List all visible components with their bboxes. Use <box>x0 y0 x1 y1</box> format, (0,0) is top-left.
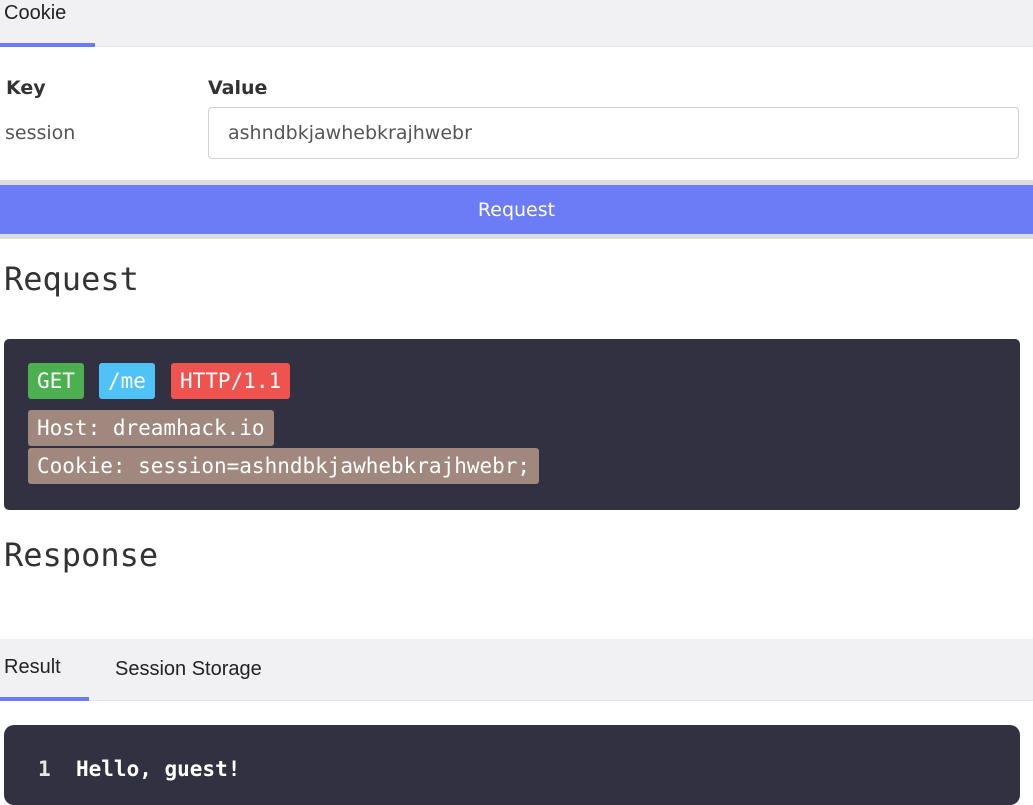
line-text: Hello, guest! <box>76 757 241 781</box>
tab-result-label: Result <box>4 656 61 678</box>
result-tab-bar: Result Session Storage <box>0 639 1033 701</box>
cookie-key-cell: session <box>5 122 76 144</box>
http-version-chip: HTTP/1.1 <box>171 363 291 399</box>
tab-session-storage-label: Session Storage <box>115 658 262 680</box>
cookie-tab-bar: Cookie <box>0 0 1033 47</box>
tab-cookie-label: Cookie <box>4 2 67 24</box>
request-code-block: GET /me HTTP/1.1 Host: dreamhack.io Cook… <box>4 339 1020 510</box>
request-path-chip: /me <box>99 363 155 399</box>
result-line: 1 Hello, guest! <box>38 757 240 781</box>
request-button[interactable]: Request <box>0 180 1033 239</box>
tab-result[interactable]: Result <box>0 639 89 701</box>
cookie-value-input[interactable] <box>208 107 1019 159</box>
response-section-title: Response <box>4 536 159 574</box>
tab-cookie[interactable]: Cookie <box>0 0 95 47</box>
result-code-block: 1 Hello, guest! <box>4 725 1020 805</box>
value-column-header: Value <box>208 77 268 99</box>
cookie-header-chip: Cookie: session=ashndbkjawhebkrajhwebr; <box>28 448 540 484</box>
request-section-title: Request <box>4 260 139 298</box>
http-method-chip: GET <box>28 363 84 399</box>
key-column-header: Key <box>6 77 46 99</box>
line-number: 1 <box>38 757 51 781</box>
tab-session-storage[interactable]: Session Storage <box>111 639 281 700</box>
host-header-chip: Host: dreamhack.io <box>28 410 274 446</box>
